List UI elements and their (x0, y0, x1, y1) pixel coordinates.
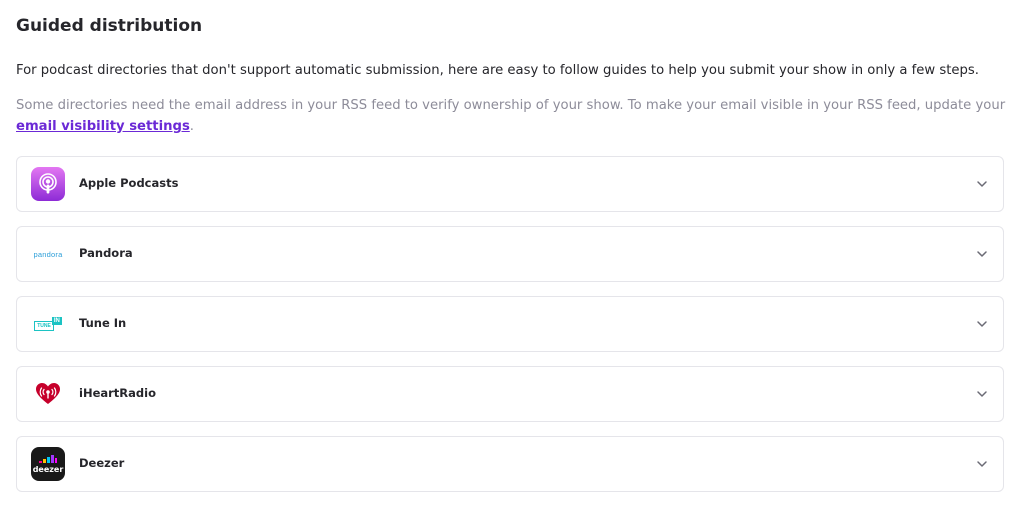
section-title: Guided distribution (16, 16, 203, 36)
directory-name: Deezer (79, 456, 125, 470)
directory-item-tune-in[interactable]: TUNE IN Tune In (16, 296, 1004, 352)
chevron-down-icon[interactable] (975, 388, 989, 400)
directory-name: Apple Podcasts (79, 176, 179, 190)
directory-name: Pandora (79, 246, 133, 260)
directory-list: Apple Podcasts pandora Pandora TUNE IN T… (16, 156, 1004, 506)
intro-text: For podcast directories that don't suppo… (16, 63, 979, 78)
apple-podcasts-icon (31, 167, 65, 201)
chevron-down-icon[interactable] (975, 248, 989, 260)
email-visibility-settings-link[interactable]: email visibility settings (16, 119, 190, 134)
email-note-prefix: Some directories need the email address … (16, 98, 1006, 113)
chevron-down-icon[interactable] (975, 178, 989, 190)
chevron-down-icon[interactable] (975, 318, 989, 330)
directory-item-pandora[interactable]: pandora Pandora (16, 226, 1004, 282)
directory-item-iheartradio[interactable]: iHeartRadio (16, 366, 1004, 422)
iheartradio-logo (31, 377, 65, 411)
directory-item-apple-podcasts[interactable]: Apple Podcasts (16, 156, 1004, 212)
chevron-down-icon[interactable] (975, 458, 989, 470)
directory-name: iHeartRadio (79, 386, 156, 400)
directory-name: Tune In (79, 316, 127, 330)
tunein-logo-in: IN (51, 317, 62, 325)
email-note: Some directories need the email address … (16, 95, 1006, 137)
tunein-logo: TUNE IN (31, 307, 65, 341)
email-note-suffix: . (189, 119, 194, 134)
deezer-logo-text: deezer (32, 465, 64, 474)
directory-item-deezer[interactable]: deezer Deezer (16, 436, 1004, 492)
pandora-logo: pandora (31, 237, 65, 271)
pandora-logo-text: pandora (33, 249, 63, 259)
deezer-logo: deezer (31, 447, 65, 481)
